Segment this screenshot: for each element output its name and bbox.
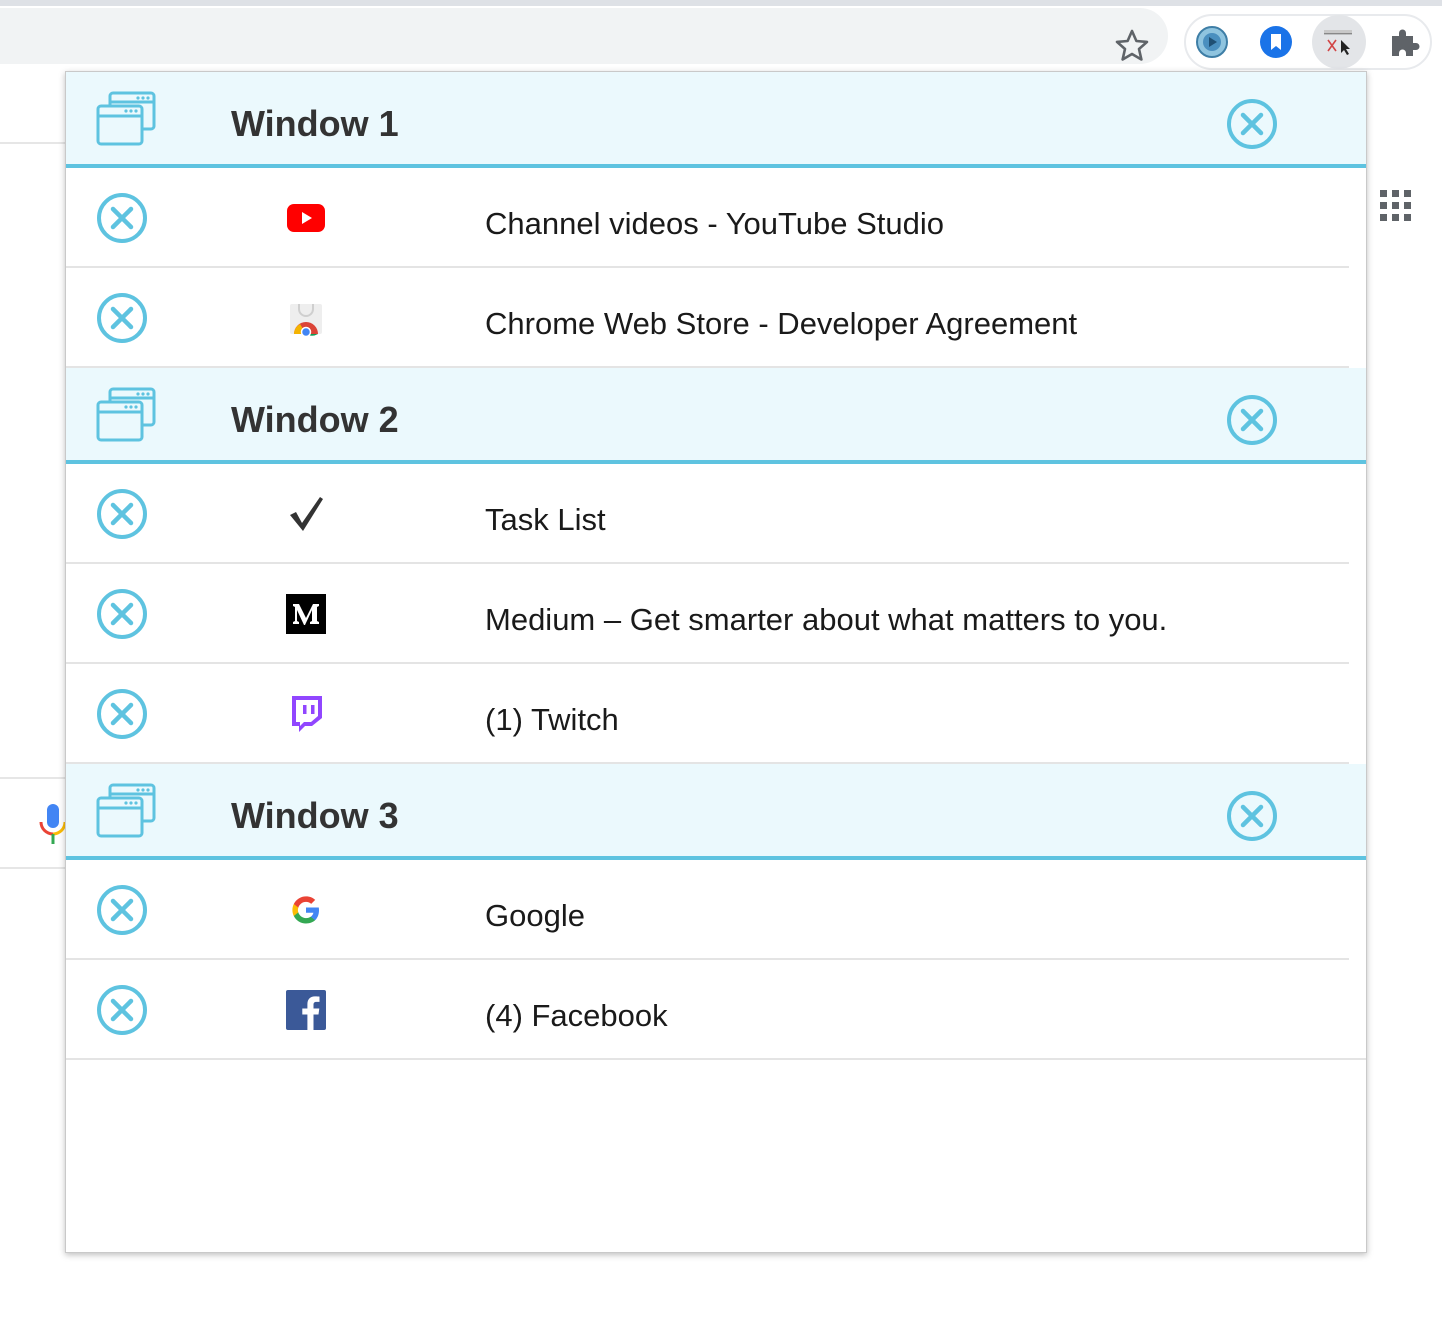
window-header: Window 3 bbox=[66, 764, 1366, 860]
browser-screen: Window 1 Channel videos - YouTube Studio… bbox=[0, 0, 1442, 1326]
tab-row[interactable]: Chrome Web Store - Developer Agreement bbox=[66, 268, 1366, 368]
tab-row[interactable]: (1) Twitch bbox=[66, 664, 1366, 764]
windows-icon bbox=[96, 387, 156, 442]
tab-title[interactable]: Chrome Web Store - Developer Agreement bbox=[485, 268, 1077, 368]
close-tab-icon[interactable] bbox=[96, 192, 148, 244]
tab-title[interactable]: (1) Twitch bbox=[485, 664, 619, 764]
close-window-icon[interactable] bbox=[1226, 394, 1278, 446]
close-tab-icon[interactable] bbox=[96, 588, 148, 640]
tab-title[interactable]: (4) Facebook bbox=[485, 960, 668, 1060]
close-tab-icon[interactable] bbox=[96, 984, 148, 1036]
tab-row[interactable]: (4) Facebook bbox=[66, 960, 1366, 1060]
window-group-3: Window 3 Google (4) Facebook bbox=[66, 764, 1366, 1060]
microphone-icon[interactable] bbox=[38, 802, 68, 846]
puzzle-icon[interactable] bbox=[1382, 20, 1426, 64]
tab-manager-popup: Window 1 Channel videos - YouTube Studio… bbox=[65, 71, 1367, 1253]
media-extension-icon[interactable] bbox=[1190, 20, 1234, 64]
tab-row[interactable]: Medium – Get smarter about what matters … bbox=[66, 564, 1366, 664]
window-group-2: Window 2 Task List Medium – Get smarter … bbox=[66, 368, 1366, 764]
windows-icon bbox=[96, 783, 156, 838]
close-tab-icon[interactable] bbox=[96, 292, 148, 344]
tab-row[interactable]: Channel videos - YouTube Studio bbox=[66, 168, 1366, 268]
page-divider bbox=[0, 867, 66, 869]
bookmark-extension-icon[interactable] bbox=[1254, 20, 1298, 64]
close-window-icon[interactable] bbox=[1226, 98, 1278, 150]
page-divider bbox=[0, 777, 66, 779]
apps-grid-icon[interactable] bbox=[1380, 190, 1412, 222]
close-tab-icon[interactable] bbox=[96, 688, 148, 740]
windows-icon bbox=[96, 91, 156, 146]
address-bar[interactable] bbox=[0, 8, 1168, 64]
window-header: Window 2 bbox=[66, 368, 1366, 464]
close-window-icon[interactable] bbox=[1226, 790, 1278, 842]
tab-title[interactable]: Task List bbox=[485, 464, 606, 564]
chrome-web-store-icon bbox=[286, 298, 326, 338]
window-title: Window 1 bbox=[231, 103, 399, 144]
window-title: Window 2 bbox=[231, 399, 399, 440]
tab-row[interactable]: Google bbox=[66, 860, 1366, 960]
google-icon bbox=[286, 890, 326, 930]
window-title: Window 3 bbox=[231, 795, 399, 836]
tab-title[interactable]: Google bbox=[485, 860, 585, 960]
window-group-1: Window 1 Channel videos - YouTube Studio… bbox=[66, 72, 1366, 368]
close-tab-icon[interactable] bbox=[96, 488, 148, 540]
twitch-icon bbox=[286, 694, 326, 734]
close-tab-icon[interactable] bbox=[96, 884, 148, 936]
checkmark-icon bbox=[286, 494, 326, 534]
tab-title[interactable]: Channel videos - YouTube Studio bbox=[485, 168, 944, 268]
tab-manager-extension-icon[interactable] bbox=[1312, 15, 1366, 69]
tab-title[interactable]: Medium – Get smarter about what matters … bbox=[485, 564, 1167, 664]
star-icon[interactable] bbox=[1110, 24, 1154, 68]
page-divider bbox=[0, 142, 66, 144]
tab-row[interactable]: Task List bbox=[66, 464, 1366, 564]
youtube-icon bbox=[286, 198, 326, 238]
medium-icon bbox=[286, 594, 326, 634]
window-header: Window 1 bbox=[66, 72, 1366, 168]
facebook-icon bbox=[286, 990, 326, 1030]
